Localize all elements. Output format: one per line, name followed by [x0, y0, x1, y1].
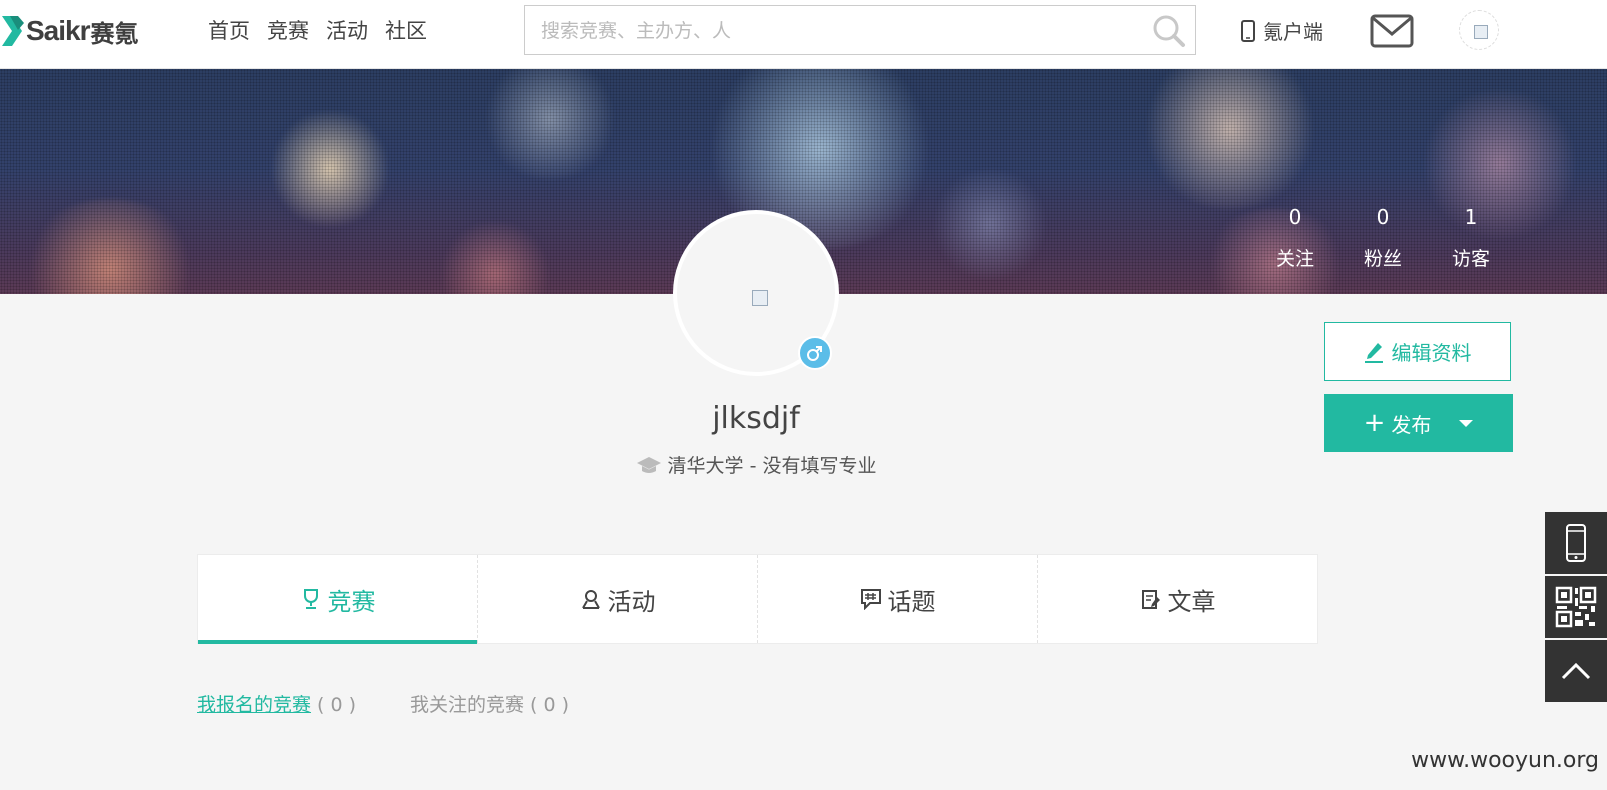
main-nav: 首页 竞赛 活动 社区: [208, 14, 427, 48]
sidebar-qrcode-button[interactable]: [1545, 576, 1607, 638]
topic-icon: [860, 589, 881, 610]
mobile-client-link[interactable]: 氪户端: [1241, 16, 1323, 45]
stat-following-label: 关注: [1275, 248, 1314, 270]
subtab-registered-label: 我报名的竞赛: [197, 694, 312, 716]
stat-following-count: 0: [1288, 205, 1302, 229]
chevron-down-icon[interactable]: [1459, 419, 1474, 427]
subtab-registered-count: ( 0 ): [317, 694, 357, 716]
tab-activities-label: 活动: [607, 587, 656, 616]
qrcode-icon: [1555, 586, 1597, 628]
nav-activities[interactable]: 活动: [326, 14, 368, 48]
trophy-icon: [303, 589, 318, 609]
stat-visitors-count: 1: [1464, 205, 1478, 229]
publish-button[interactable]: + 发布: [1324, 394, 1513, 452]
site-logo[interactable]: Saikr 赛氪: [2, 12, 139, 50]
tab-competitions[interactable]: 竞赛: [198, 555, 477, 644]
stat-visitors[interactable]: 1 访客: [1427, 205, 1515, 271]
profile-school: 清华大学 - 没有填写专业: [0, 451, 1512, 478]
stat-fans-label: 粉丝: [1363, 248, 1402, 270]
mobile-phone-icon: [1566, 524, 1586, 562]
plus-icon: +: [1363, 408, 1386, 438]
stat-fans-count: 0: [1376, 205, 1390, 229]
profile-school-text: 清华大学 - 没有填写专业: [667, 455, 877, 477]
graduation-cap-icon: [636, 456, 661, 473]
sidebar-mobile-button[interactable]: [1545, 512, 1607, 574]
subtab-followed[interactable]: 我关注的竞赛( 0 ): [410, 690, 569, 717]
gender-badge: [798, 336, 832, 370]
activity-icon: [581, 590, 600, 609]
nav-competitions[interactable]: 竞赛: [267, 14, 309, 48]
search-input[interactable]: [539, 14, 1133, 48]
logo-mark-icon: [2, 16, 24, 46]
back-to-top-button[interactable]: [1545, 640, 1607, 702]
profile-stats: 0 关注 0 粉丝 1 访客: [1251, 205, 1515, 271]
top-header: Saikr 赛氪 首页 竞赛 活动 社区 氪户端: [0, 0, 1607, 69]
subtab-followed-label: 我关注的竞赛: [410, 694, 525, 716]
messages-button[interactable]: [1370, 14, 1414, 52]
stat-visitors-label: 访客: [1451, 248, 1490, 270]
client-label: 氪户端: [1263, 20, 1323, 44]
phone-icon: [1241, 19, 1255, 42]
profile-tabs: 竞赛 活动 话题 文章: [197, 554, 1318, 644]
floating-sidebar: [1545, 512, 1607, 704]
tab-articles-label: 文章: [1167, 587, 1216, 616]
watermark-text: www.wooyun.org: [1411, 748, 1599, 773]
stat-fans[interactable]: 0 粉丝: [1339, 205, 1427, 271]
profile-avatar-image: [752, 290, 768, 306]
search-icon: [1153, 15, 1185, 47]
tab-articles[interactable]: 文章: [1037, 555, 1317, 643]
publish-label: 发布: [1391, 412, 1432, 437]
logo-text: Saikr: [26, 15, 90, 46]
search-button[interactable]: [1149, 12, 1189, 50]
chevron-up-icon: [1561, 662, 1591, 680]
article-icon: [1141, 590, 1160, 609]
edit-profile-button[interactable]: 编辑资料: [1324, 322, 1511, 381]
pencil-icon: [1364, 342, 1383, 363]
tab-competitions-label: 竞赛: [327, 587, 376, 616]
search-box: [524, 5, 1196, 55]
subtab-registered[interactable]: 我报名的竞赛( 0 ): [197, 690, 356, 717]
mail-icon: [1370, 14, 1414, 48]
tab-activities[interactable]: 活动: [477, 555, 757, 643]
male-icon: [807, 346, 822, 361]
tab-topics[interactable]: 话题: [757, 555, 1037, 643]
logo-cn-text: 赛氪: [90, 19, 139, 48]
competition-subtabs: 我报名的竞赛( 0 ) 我关注的竞赛( 0 ): [197, 690, 569, 717]
tab-topics-label: 话题: [887, 587, 936, 616]
avatar-image: [1474, 25, 1488, 39]
user-avatar-menu[interactable]: [1459, 10, 1499, 50]
stat-following[interactable]: 0 关注: [1251, 205, 1339, 271]
nav-community[interactable]: 社区: [385, 14, 427, 48]
profile-username: jlksdjf: [712, 401, 800, 436]
edit-profile-label: 编辑资料: [1391, 341, 1472, 365]
nav-home[interactable]: 首页: [208, 14, 250, 48]
subtab-followed-count: ( 0 ): [530, 694, 570, 716]
